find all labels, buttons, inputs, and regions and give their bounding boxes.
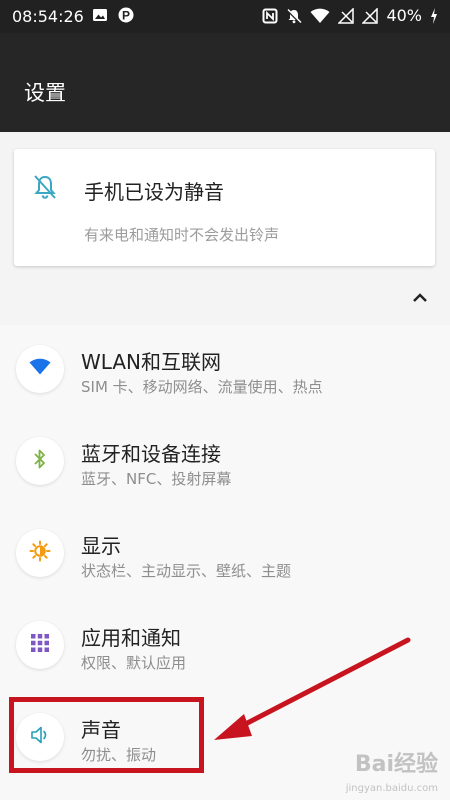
settings-item-desc: 蓝牙、NFC、投射屏幕	[81, 470, 232, 488]
silent-card-subtitle: 有来电和通知时不会发出铃声	[84, 226, 280, 244]
bell-off-icon	[31, 173, 59, 205]
settings-item-label: WLAN和互联网	[81, 350, 222, 374]
settings-item-display[interactable]: 显示 状态栏、主动显示、壁纸、主题	[0, 509, 450, 599]
mute-bell-icon	[286, 8, 302, 24]
app-bar: 设置	[0, 33, 450, 132]
no-sim-icon	[338, 7, 355, 24]
silent-mode-card[interactable]: 手机已设为静音 有来电和通知时不会发出铃声	[14, 149, 435, 266]
settings-item-label: 蓝牙和设备连接	[81, 442, 221, 466]
settings-item-desc: 状态栏、主动显示、壁纸、主题	[81, 562, 292, 580]
settings-item-label: 应用和通知	[81, 626, 181, 650]
image-icon	[92, 7, 108, 23]
settings-item-label: 显示	[81, 534, 121, 558]
battery-percent: 40%	[386, 6, 422, 25]
annotation-arrow	[214, 637, 411, 740]
collapse-button[interactable]	[404, 282, 436, 314]
bluetooth-icon	[33, 448, 47, 474]
nfc-icon	[262, 8, 278, 24]
no-sim-icon	[362, 7, 379, 24]
wifi-icon	[310, 8, 330, 24]
silent-card-title: 手机已设为静音	[84, 180, 224, 204]
svg-text:P: P	[122, 9, 130, 23]
watermark-logo: Bai经验	[354, 752, 438, 777]
display-icon-circle	[16, 529, 64, 577]
wifi-icon	[29, 358, 51, 380]
apps-icon-circle	[16, 621, 64, 669]
settings-item-desc: SIM 卡、移动网络、流量使用、热点	[81, 378, 323, 396]
wlan-icon-circle	[16, 345, 64, 393]
settings-item-wlan[interactable]: WLAN和互联网 SIM 卡、移动网络、流量使用、热点	[0, 325, 450, 415]
parking-p-icon: P	[118, 7, 134, 23]
page-title: 设置	[24, 81, 66, 105]
status-bar: 08:54:26 P 40%	[0, 0, 450, 33]
brightness-icon	[29, 540, 51, 566]
settings-item-bluetooth[interactable]: 蓝牙和设备连接 蓝牙、NFC、投射屏幕	[0, 417, 450, 507]
apps-grid-icon	[30, 633, 50, 657]
battery-charging-icon	[430, 7, 438, 24]
chevron-up-icon	[412, 289, 428, 308]
annotation-highlight-box	[9, 697, 204, 773]
status-time: 08:54:26	[12, 7, 84, 26]
watermark-url: jingyan.baidu.com	[345, 783, 438, 794]
settings-item-desc: 权限、默认应用	[81, 654, 187, 672]
bluetooth-icon-circle	[16, 437, 64, 485]
